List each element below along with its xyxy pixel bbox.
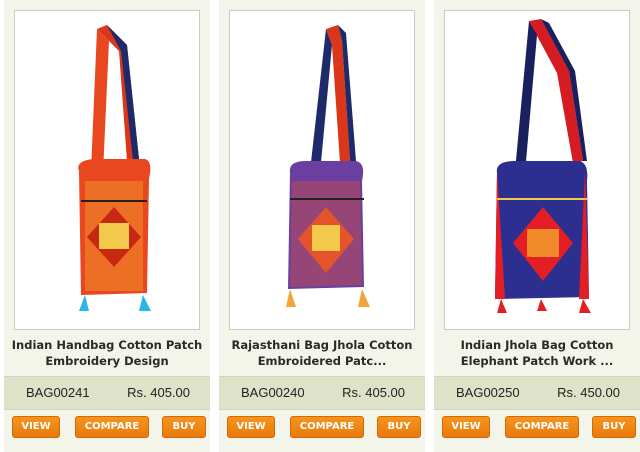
product-sku: BAG00250 xyxy=(456,385,520,400)
product-title[interactable]: Rajasthani Bag Jhola Cotton Embroidered … xyxy=(225,337,419,369)
view-button[interactable]: VIEW xyxy=(12,416,60,438)
buy-button[interactable]: BUY xyxy=(377,416,421,438)
product-image[interactable] xyxy=(229,10,415,330)
buy-button[interactable]: BUY xyxy=(162,416,206,438)
product-grid: Indian Handbag Cotton Patch Embroidery D… xyxy=(0,0,640,452)
compare-button[interactable]: COMPARE xyxy=(75,416,149,438)
buy-button[interactable]: BUY xyxy=(592,416,636,438)
jhola-bag-blue-red-icon xyxy=(495,19,591,313)
product-price: Rs. 405.00 xyxy=(127,385,190,400)
product-price: Rs. 405.00 xyxy=(342,385,405,400)
product-card: Indian Jhola Bag Cotton Elephant Patch W… xyxy=(434,0,640,452)
product-card: Rajasthani Bag Jhola Cotton Embroidered … xyxy=(219,0,425,452)
product-title[interactable]: Indian Jhola Bag Cotton Elephant Patch W… xyxy=(440,337,634,369)
product-title-line2: Elephant Patch Work ... xyxy=(460,354,614,368)
product-sku: BAG00240 xyxy=(241,385,305,400)
product-image[interactable] xyxy=(444,10,630,330)
product-title[interactable]: Indian Handbag Cotton Patch Embroidery D… xyxy=(10,337,204,369)
product-title-line1: Indian Handbag Cotton Patch xyxy=(11,338,203,352)
view-button[interactable]: VIEW xyxy=(442,416,490,438)
price-bar: BAG00250 Rs. 450.00 xyxy=(434,376,640,410)
jhola-bag-purple-icon xyxy=(286,25,370,307)
product-title-line1: Indian Jhola Bag Cotton xyxy=(460,338,614,352)
product-image[interactable] xyxy=(14,10,200,330)
price-bar: BAG00241 Rs. 405.00 xyxy=(4,376,210,410)
product-title-line2: Embroidery Design xyxy=(45,354,169,368)
product-title-line2: Embroidered Patc... xyxy=(257,354,387,368)
product-sku: BAG00241 xyxy=(26,385,90,400)
price-bar: BAG00240 Rs. 405.00 xyxy=(219,376,425,410)
view-button[interactable]: VIEW xyxy=(227,416,275,438)
compare-button[interactable]: COMPARE xyxy=(290,416,364,438)
compare-button[interactable]: COMPARE xyxy=(505,416,579,438)
product-title-line1: Rajasthani Bag Jhola Cotton xyxy=(231,338,413,352)
jhola-bag-orange-icon xyxy=(78,25,151,311)
product-price: Rs. 450.00 xyxy=(557,385,620,400)
product-card: Indian Handbag Cotton Patch Embroidery D… xyxy=(4,0,210,452)
